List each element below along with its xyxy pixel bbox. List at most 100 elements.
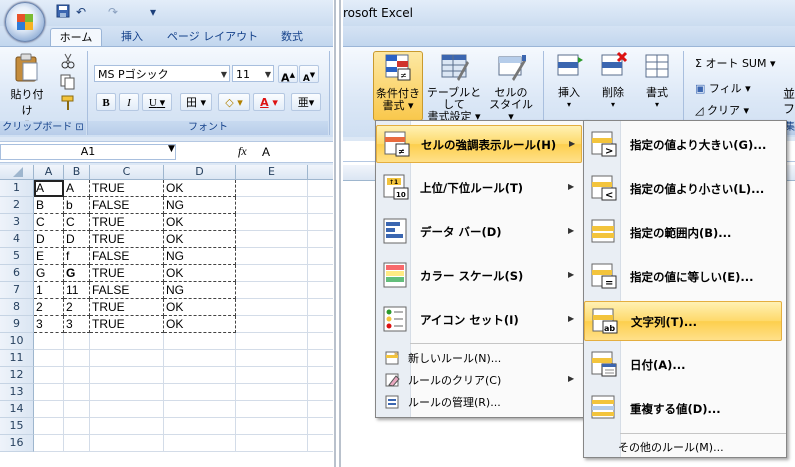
table-cell[interactable] — [90, 418, 164, 435]
table-cell[interactable] — [236, 299, 308, 316]
table-cell[interactable] — [236, 214, 308, 231]
table-cell[interactable]: TRUE — [90, 180, 164, 197]
table-cell[interactable]: A — [34, 180, 64, 197]
table-cell[interactable]: b — [64, 197, 90, 214]
tab-home[interactable]: ホーム — [50, 28, 102, 47]
table-cell[interactable]: C — [64, 214, 90, 231]
table-cell[interactable] — [308, 197, 333, 214]
table-cell[interactable]: 3 — [34, 316, 64, 333]
table-cell[interactable]: 2 — [34, 299, 64, 316]
table-cell[interactable] — [236, 197, 308, 214]
menu-item-between[interactable]: 指定の範囲内(B)... — [584, 213, 784, 253]
table-cell[interactable] — [236, 180, 308, 197]
italic-button[interactable]: I — [119, 93, 139, 111]
row-header[interactable]: 6 — [0, 265, 34, 282]
table-cell[interactable]: TRUE — [90, 214, 164, 231]
format-button[interactable]: 書式 ▾ — [639, 51, 675, 119]
table-cell[interactable] — [34, 350, 64, 367]
table-cell[interactable]: OK — [164, 231, 236, 248]
table-cell[interactable]: TRUE — [90, 316, 164, 333]
table-cell[interactable]: NG — [164, 282, 236, 299]
table-cell[interactable] — [64, 435, 90, 452]
bold-button[interactable]: B — [96, 93, 116, 111]
table-cell[interactable]: NG — [164, 248, 236, 265]
menu-item-icon-sets[interactable]: アイコン セット(I) ▶ — [376, 301, 584, 339]
table-cell[interactable] — [236, 248, 308, 265]
table-cell[interactable]: 11 — [64, 282, 90, 299]
table-cell[interactable] — [164, 350, 236, 367]
row-header[interactable]: 4 — [0, 231, 34, 248]
table-cell[interactable]: FALSE — [90, 197, 164, 214]
fill-color-button[interactable]: ◇ ▾ — [218, 93, 250, 111]
table-cell[interactable]: G — [34, 265, 64, 282]
office-button[interactable] — [5, 2, 45, 42]
table-cell[interactable] — [308, 401, 333, 418]
table-cell[interactable]: TRUE — [90, 265, 164, 282]
column-header-next[interactable] — [308, 165, 333, 180]
table-cell[interactable] — [236, 401, 308, 418]
row-header[interactable]: 15 — [0, 418, 34, 435]
function-icon[interactable]: fx — [238, 144, 247, 159]
table-cell[interactable] — [236, 282, 308, 299]
menu-item-less-than[interactable]: < 指定の値より小さい(L)... — [584, 169, 784, 209]
row-header[interactable]: 1 — [0, 180, 34, 197]
shrink-font-button[interactable]: A▼ — [299, 65, 319, 84]
table-cell[interactable] — [236, 384, 308, 401]
menu-item-top-bottom-rules[interactable]: ↑1 10 上位/下位ルール(T) ▶ — [376, 169, 584, 207]
cut-icon[interactable] — [60, 53, 76, 72]
table-cell[interactable] — [236, 231, 308, 248]
tab-page-layout[interactable]: ページ レイアウト — [165, 28, 260, 46]
table-cell[interactable] — [164, 333, 236, 350]
table-cell[interactable]: OK — [164, 265, 236, 282]
row-header[interactable]: 16 — [0, 435, 34, 452]
table-cell[interactable] — [90, 401, 164, 418]
chevron-down-icon[interactable]: ▼ — [168, 144, 175, 154]
table-cell[interactable] — [308, 265, 333, 282]
row-header[interactable]: 3 — [0, 214, 34, 231]
table-cell[interactable] — [236, 316, 308, 333]
conditional-formatting-button[interactable]: ≠ 条件付き 書式 ▾ — [373, 51, 423, 121]
table-cell[interactable] — [64, 333, 90, 350]
table-cell[interactable] — [34, 418, 64, 435]
name-box[interactable]: A1 — [0, 144, 176, 160]
table-cell[interactable] — [308, 248, 333, 265]
save-icon[interactable] — [56, 4, 70, 20]
table-cell[interactable] — [90, 435, 164, 452]
table-cell[interactable] — [308, 316, 333, 333]
menu-item-more-rules[interactable]: その他のルール(M)... — [584, 435, 784, 457]
table-cell[interactable] — [236, 350, 308, 367]
table-cell[interactable] — [90, 333, 164, 350]
undo-icon[interactable]: ↶ — [76, 4, 86, 20]
row-header[interactable]: 2 — [0, 197, 34, 214]
table-cell[interactable] — [64, 350, 90, 367]
table-cell[interactable] — [90, 367, 164, 384]
font-name-combo[interactable]: MS Pゴシック ▼ — [94, 65, 230, 82]
table-cell[interactable] — [64, 384, 90, 401]
table-cell[interactable] — [236, 435, 308, 452]
row-header[interactable]: 5 — [0, 248, 34, 265]
table-cell[interactable] — [308, 180, 333, 197]
table-cell[interactable]: TRUE — [90, 231, 164, 248]
table-cell[interactable]: 1 — [34, 282, 64, 299]
menu-item-greater-than[interactable]: > 指定の値より大きい(G)... — [584, 125, 784, 165]
table-cell[interactable] — [164, 435, 236, 452]
table-cell[interactable] — [64, 418, 90, 435]
worksheet-grid[interactable]: A B C D E 1 A A TRUE OK 2 Bb FALSE NG 3 C C TRUE OK 4 D… — [0, 165, 333, 467]
table-cell[interactable] — [308, 214, 333, 231]
table-cell[interactable] — [308, 282, 333, 299]
tab-formulas[interactable]: 数式 — [272, 28, 312, 46]
table-cell[interactable] — [64, 367, 90, 384]
row-header[interactable]: 10 — [0, 333, 34, 350]
table-cell[interactable] — [308, 350, 333, 367]
table-cell[interactable] — [90, 384, 164, 401]
table-cell[interactable] — [308, 418, 333, 435]
row-header[interactable]: 12 — [0, 367, 34, 384]
font-size-combo[interactable]: 11 ▼ — [232, 65, 274, 82]
table-cell[interactable] — [34, 384, 64, 401]
row-header[interactable]: 7 — [0, 282, 34, 299]
column-header-c[interactable]: C — [90, 165, 164, 180]
column-header-a[interactable]: A — [34, 165, 64, 180]
table-cell[interactable]: FALSE — [90, 248, 164, 265]
table-cell[interactable]: OK — [164, 214, 236, 231]
table-cell[interactable] — [308, 435, 333, 452]
